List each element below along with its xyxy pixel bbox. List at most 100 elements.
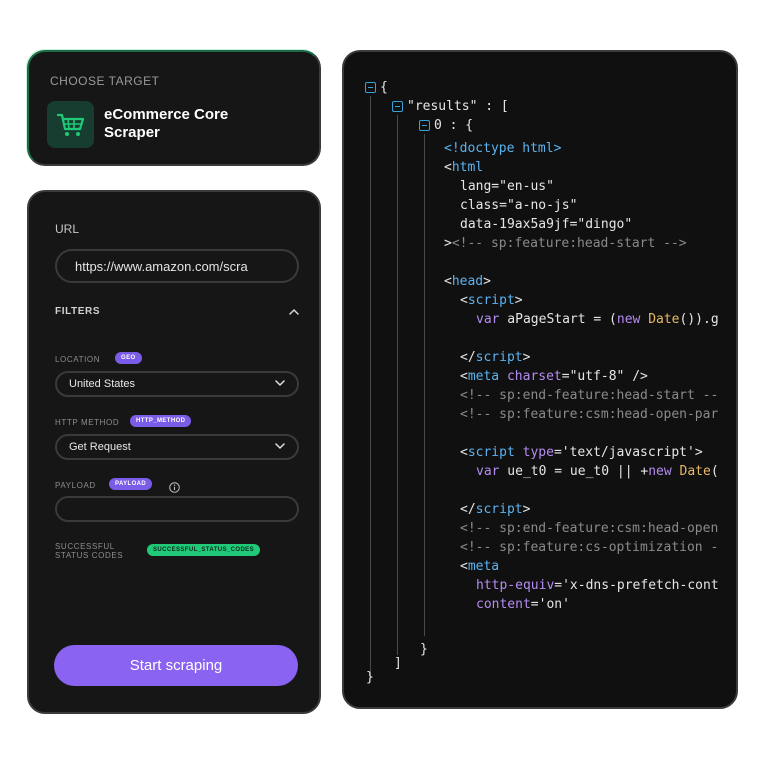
code-token: meta xyxy=(467,369,500,384)
code-token: ue_t0 = ue_t0 || + xyxy=(499,464,649,479)
code-token: script xyxy=(475,502,523,517)
code-token: "results" xyxy=(407,99,478,114)
code-line: <script> xyxy=(460,291,523,310)
code-token: < xyxy=(444,274,452,289)
location-label: LOCATION xyxy=(55,355,101,364)
code-token: script xyxy=(467,293,515,308)
code-line: </script> xyxy=(460,500,530,519)
http-method-label: HTTP METHOD xyxy=(55,418,120,427)
code-token: < xyxy=(460,559,468,574)
code-token: </ xyxy=(460,350,476,365)
location-select[interactable]: United States xyxy=(55,371,299,397)
code-token: </ xyxy=(460,502,476,517)
payload-input[interactable] xyxy=(55,496,299,522)
status-codes-label: SUCCESSFUL STATUS CODES xyxy=(55,542,124,560)
code-token: < xyxy=(460,293,468,308)
code-token: <!-- sp:feature:head-start --> xyxy=(451,236,687,251)
code-token: var xyxy=(476,464,500,479)
code-line: data-19ax5a9jf="dingo" xyxy=(460,217,633,232)
indent-guide xyxy=(424,134,425,636)
code-line: <html xyxy=(444,158,483,177)
code-token: content xyxy=(476,597,531,612)
geo-badge: GEO xyxy=(115,352,142,364)
code-token: > xyxy=(444,236,452,251)
code-token: ='text/javascript'> xyxy=(553,445,703,460)
code-line: { xyxy=(380,80,388,95)
target-name: eCommerce Core Scraper xyxy=(104,106,229,141)
code-line: <!-- sp:feature:csm:head-open-par xyxy=(460,407,719,422)
code-token: ='x-dns-prefetch-cont xyxy=(554,578,719,593)
code-token: var xyxy=(476,312,500,327)
http-method-select[interactable]: Get Request xyxy=(55,434,299,460)
code-token: > xyxy=(522,502,531,517)
url-label: URL xyxy=(55,222,80,236)
code-token: meta xyxy=(467,559,500,574)
code-line: <!-- sp:feature:cs-optimization - xyxy=(460,540,719,555)
code-token: ()).g xyxy=(679,312,719,327)
code-token: Date xyxy=(648,312,680,327)
code-line: <head> xyxy=(444,272,491,291)
scraper-form-card: URL FILTERS LOCATION GEO United States H… xyxy=(27,190,321,714)
filters-label: FILTERS xyxy=(55,305,101,317)
code-token: > xyxy=(514,293,523,308)
code-token: charset xyxy=(506,369,562,384)
code-line: 0 : { xyxy=(434,118,474,133)
code-line: class="a-no-js" xyxy=(460,198,578,213)
location-value: United States xyxy=(69,378,136,390)
code-token: ( xyxy=(710,464,719,479)
code-line: content='on' xyxy=(476,595,570,614)
code-line: "results" : [ xyxy=(407,97,509,116)
code-token: script xyxy=(467,445,515,460)
code-line: <!-- sp:end-feature:csm:head-open xyxy=(460,521,719,536)
code-line: </script> xyxy=(460,348,530,367)
http-method-value: Get Request xyxy=(69,441,131,453)
code-token: new xyxy=(616,312,641,327)
json-response-panel[interactable]: { "results" : [ 0 : { <!doctype html> <h… xyxy=(342,50,738,709)
fold-toggle-icon[interactable] xyxy=(392,101,403,112)
code-line: <!doctype html> xyxy=(444,141,562,156)
code-line: ><!-- sp:feature:head-start --> xyxy=(444,234,687,253)
http-method-badge: HTTP_METHOD xyxy=(130,415,192,427)
code-line: <meta charset="utf-8" /> xyxy=(460,367,648,386)
filters-toggle[interactable]: FILTERS xyxy=(55,302,299,320)
chevron-down-icon xyxy=(275,378,285,390)
fold-toggle-icon[interactable] xyxy=(365,82,376,93)
code-token: < xyxy=(444,160,452,175)
code-line: var aPageStart = (new Date()).g xyxy=(476,310,719,329)
code-line: } xyxy=(366,670,374,685)
code-line: http-equiv='x-dns-prefetch-cont xyxy=(476,576,719,595)
code-token: http-equiv xyxy=(476,578,555,593)
code-line: } xyxy=(420,642,428,657)
url-input[interactable] xyxy=(55,249,299,283)
chevron-up-icon xyxy=(289,306,299,316)
start-scraping-button[interactable]: Start scraping xyxy=(54,645,298,686)
code-line: <!-- sp:end-feature:head-start -- xyxy=(460,388,719,403)
code-line: <script type='text/javascript'> xyxy=(460,443,703,462)
choose-target-card[interactable]: CHOOSE TARGET eCommerce Core Scraper xyxy=(27,50,321,166)
choose-target-label: CHOOSE TARGET xyxy=(50,74,160,88)
cart-icon xyxy=(47,101,94,148)
info-icon[interactable] xyxy=(169,480,180,493)
code-token: type xyxy=(522,445,554,460)
payload-label: PAYLOAD xyxy=(55,481,96,490)
code-token: < xyxy=(460,445,468,460)
code-token: : [ xyxy=(477,99,509,114)
code-line: ] xyxy=(394,656,402,671)
code-token: ='on' xyxy=(530,597,570,612)
status-codes-badge: SUCCESSFUL_STATUS_CODES xyxy=(147,544,260,556)
code-token: html xyxy=(451,160,484,175)
code-token: < xyxy=(460,369,468,384)
fold-toggle-icon[interactable] xyxy=(419,120,430,131)
chevron-down-icon xyxy=(275,441,285,453)
code-line: lang="en-us" xyxy=(460,179,554,194)
code-token: new xyxy=(648,464,672,479)
code-token: Date xyxy=(679,464,711,479)
payload-badge: PAYLOAD xyxy=(109,478,153,490)
indent-guide xyxy=(370,96,371,678)
stage: CHOOSE TARGET eCommerce Core Scraper URL… xyxy=(0,0,768,768)
code-token: script xyxy=(475,350,523,365)
code-token: > xyxy=(483,274,491,289)
